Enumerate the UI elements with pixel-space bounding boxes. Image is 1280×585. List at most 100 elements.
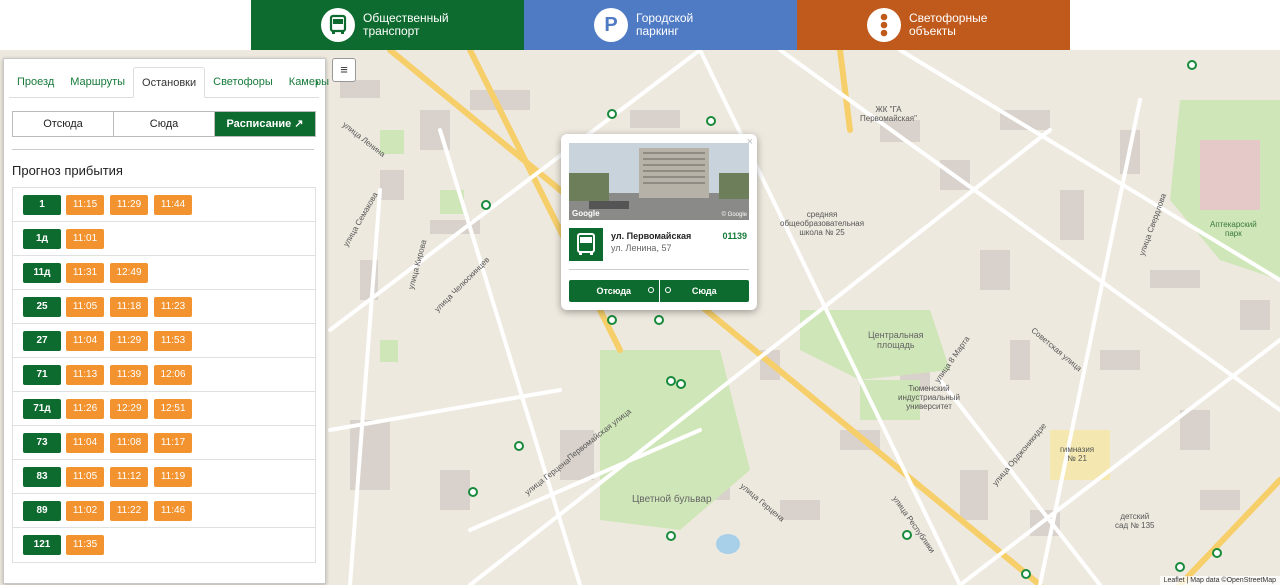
to-here-button[interactable]: Сюда <box>114 112 215 136</box>
map-pond <box>716 534 740 554</box>
bus-stop-marker[interactable] <box>1187 60 1197 70</box>
route-row: 89 11:02 11:22 11:46 <box>13 494 315 528</box>
route-row: 83 11:05 11:12 11:19 <box>13 460 315 494</box>
arrival-time: 12:49 <box>110 262 148 283</box>
arrival-time: 11:01 <box>66 228 104 249</box>
arrival-time: 11:15 <box>66 194 104 215</box>
arrival-time: 11:35 <box>66 535 104 555</box>
stops-panel: Проезд Маршруты Остановки Светофоры Каме… <box>3 58 329 584</box>
tab-stops[interactable]: Остановки <box>133 67 206 98</box>
arrival-time: 11:23 <box>154 296 192 317</box>
arrival-time: 11:05 <box>66 296 104 317</box>
schedule-button[interactable]: Расписание ↗ <box>215 112 315 136</box>
arrival-time: 11:44 <box>154 194 192 215</box>
tab-cameras[interactable]: Камеры <box>281 67 337 97</box>
stop-name: ул. Первомайская <box>611 231 692 241</box>
arrival-time: 11:02 <box>66 500 104 521</box>
route-number-badge[interactable]: 89 <box>23 500 61 521</box>
arrival-time: 12:29 <box>110 398 148 419</box>
direction-selector: Отсюда Сюда Расписание ↗ <box>12 111 316 137</box>
google-logo: Google <box>572 209 600 218</box>
bus-stop-marker[interactable] <box>607 315 617 325</box>
chevron-right-icon[interactable]: › <box>315 67 319 97</box>
tab-traffic-lights[interactable]: Светофоры <box>205 67 281 97</box>
bus-stop-marker[interactable] <box>666 376 676 386</box>
city-parking-label: Городской паркинг <box>636 11 694 38</box>
arrival-time: 11:46 <box>154 500 192 521</box>
route-row: 11д 11:31 12:49 <box>13 256 315 290</box>
stop-address: ул. Ленина, 57 <box>611 243 672 253</box>
route-number-badge[interactable]: 1 <box>23 194 61 215</box>
arrival-time: 11:04 <box>66 432 104 453</box>
bus-stop-marker[interactable] <box>1212 548 1222 558</box>
photo-copyright: © Google <box>721 212 747 218</box>
arrival-time: 11:08 <box>110 432 148 453</box>
popup-to-here-button[interactable]: Сюда <box>660 280 750 302</box>
route-number-badge[interactable]: 27 <box>23 330 61 351</box>
bus-stop-marker[interactable] <box>607 109 617 119</box>
arrival-time: 11:31 <box>66 262 104 283</box>
popup-direction-buttons: Отсюда Сюда <box>569 280 749 302</box>
divider <box>569 269 749 270</box>
map-label-park: Аптекарский парк <box>1210 220 1257 238</box>
tab-route-planner[interactable]: Проезд <box>9 67 62 97</box>
map-label-complex: ЖК "ГА Первомайская" <box>860 105 917 123</box>
bus-stop-marker[interactable] <box>654 315 664 325</box>
tab-routes[interactable]: Маршруты <box>62 67 133 97</box>
arrival-time: 11:39 <box>110 364 148 385</box>
route-number-badge[interactable]: 1д <box>23 228 61 249</box>
traffic-lights-label: Светофорные объекты <box>909 11 988 38</box>
bus-stop-marker[interactable] <box>468 487 478 497</box>
from-here-button[interactable]: Отсюда <box>13 112 114 136</box>
panel-tabs: Проезд Маршруты Остановки Светофоры Каме… <box>9 67 329 98</box>
stop-popup: × Google © Google ул. Первомайская 01139… <box>561 134 757 310</box>
route-number-badge[interactable]: 71д <box>23 398 61 419</box>
arrival-time: 12:51 <box>154 398 192 419</box>
traffic-light-icon <box>867 8 901 42</box>
circle-icon <box>647 287 654 293</box>
arrival-time: 11:26 <box>66 398 104 419</box>
arrival-time: 11:29 <box>110 330 148 351</box>
bus-stop-marker[interactable] <box>706 116 716 126</box>
parking-icon: P <box>594 8 628 42</box>
map-attribution[interactable]: Leaflet | Map data ©OpenStreetMap <box>1159 576 1280 585</box>
map-label-boulevard: Цветной бульвар <box>632 494 712 505</box>
public-transport-label: Общественный транспорт <box>363 11 449 38</box>
bus-stop-marker[interactable] <box>666 531 676 541</box>
arrival-time: 11:53 <box>154 330 192 351</box>
route-row: 71 11:13 11:39 12:06 <box>13 358 315 392</box>
map-label-kindergarten: детский сад № 135 <box>1115 512 1155 530</box>
arrival-time: 11:13 <box>66 364 104 385</box>
popup-from-here-button[interactable]: Отсюда <box>569 280 660 302</box>
bus-stop-marker[interactable] <box>1175 562 1185 572</box>
bus-stop-marker[interactable] <box>481 200 491 210</box>
forecast-title: Прогноз прибытия <box>12 163 123 178</box>
city-parking-button[interactable]: P Городской паркинг <box>524 0 797 50</box>
route-number-badge[interactable]: 83 <box>23 466 61 487</box>
bus-stop-marker[interactable] <box>676 379 686 389</box>
traffic-lights-button[interactable]: Светофорные объекты <box>797 0 1070 50</box>
bus-stop-marker[interactable] <box>514 441 524 451</box>
route-row: 71д 11:26 12:29 12:51 <box>13 392 315 426</box>
arrival-time: 12:06 <box>154 364 192 385</box>
bus-stop-marker[interactable] <box>1021 569 1031 579</box>
arrival-forecast-list: 1 11:15 11:29 11:44 1д 11:01 11д 11:31 12:49 25 11… <box>12 187 316 563</box>
route-number-badge[interactable]: 73 <box>23 432 61 453</box>
public-transport-button[interactable]: Общественный транспорт <box>251 0 524 50</box>
route-row: 25 11:05 11:18 11:23 <box>13 290 315 324</box>
route-number-badge[interactable]: 11д <box>23 262 61 283</box>
map-label-school: средняя общеобразовательная школа № 25 <box>780 210 865 237</box>
bus-stop-icon <box>569 228 603 261</box>
arrival-time: 11:17 <box>154 432 192 453</box>
popup-to-label: Сюда <box>691 286 717 296</box>
route-number-badge[interactable]: 71 <box>23 364 61 385</box>
route-number-badge[interactable]: 121 <box>23 535 61 555</box>
map-label-university: Тюменский индустриальный университет <box>898 384 960 411</box>
arrival-time: 11:12 <box>110 466 148 487</box>
street-view-photo[interactable]: Google © Google <box>569 143 749 220</box>
map-label-gymnasium: гимназия № 21 <box>1060 445 1095 463</box>
bus-icon <box>321 8 355 42</box>
circle-icon <box>664 287 671 293</box>
route-number-badge[interactable]: 25 <box>23 296 61 317</box>
bus-stop-marker[interactable] <box>902 530 912 540</box>
